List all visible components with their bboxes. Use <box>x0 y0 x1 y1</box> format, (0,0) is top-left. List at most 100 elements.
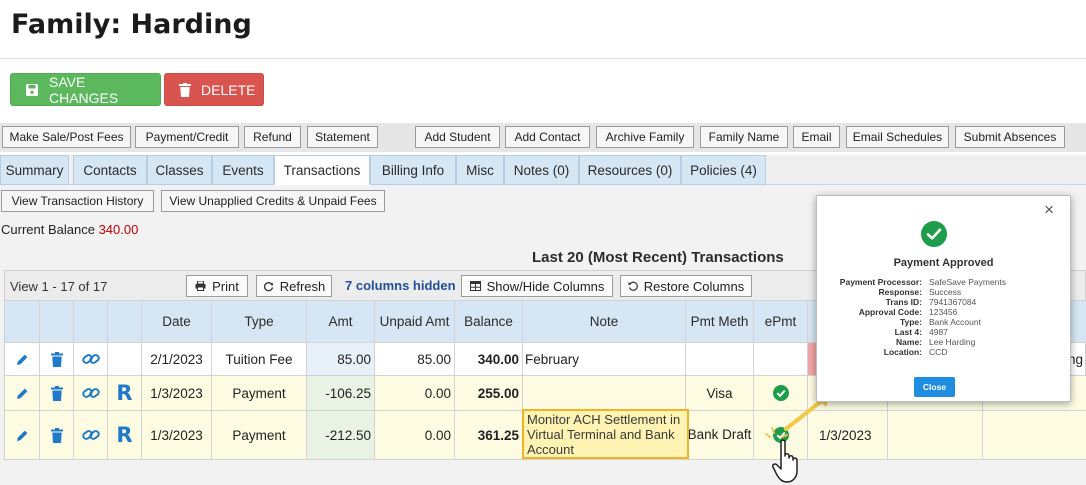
email-button[interactable]: Email <box>793 126 840 148</box>
trash-icon <box>50 351 63 367</box>
close-icon[interactable]: × <box>1044 200 1054 220</box>
column-header-unpaid-amt[interactable]: Unpaid Amt <box>375 301 455 343</box>
tab-billing-info[interactable]: Billing Info <box>370 155 456 185</box>
detail-row: Name: Lee Harding <box>817 337 1070 347</box>
restore-columns-button[interactable]: Restore Columns <box>620 275 752 297</box>
table-row-2-delete[interactable] <box>40 376 74 411</box>
table-row-1-link[interactable] <box>74 343 108 376</box>
submit-absences-button[interactable]: Submit Absences <box>955 126 1065 148</box>
detail-row: Response: Success <box>817 287 1070 297</box>
tab-notes[interactable]: Notes (0) <box>504 155 579 185</box>
table-row-2-type: Payment <box>212 376 307 411</box>
save-changes-label: SAVE CHANGES <box>49 73 119 106</box>
statement-button[interactable]: Statement <box>307 126 378 148</box>
refund-marker: R <box>116 381 133 405</box>
tab-transactions[interactable]: Transactions <box>274 155 370 185</box>
table-row-2-note <box>523 376 686 411</box>
add-contact-button[interactable]: Add Contact <box>505 126 590 148</box>
table-row-3-hidden-b <box>888 411 983 460</box>
table-row-1-pmt-meth <box>686 343 754 376</box>
hand-cursor-icon <box>772 439 798 483</box>
view-count: View 1 - 17 of 17 <box>10 279 108 294</box>
table-row-2-edit[interactable] <box>5 376 40 411</box>
table-row-1-balance: 340.00 <box>455 343 523 376</box>
tab-policies[interactable]: Policies (4) <box>681 155 766 185</box>
refresh-button[interactable]: Refresh <box>256 275 332 297</box>
refund-button[interactable]: Refund <box>244 126 301 148</box>
refresh-icon <box>263 281 273 291</box>
detail-value: Lee Harding <box>929 337 976 347</box>
table-row-3-delete[interactable] <box>40 411 74 460</box>
hidden-columns-indicator[interactable]: 7 columns hidden <box>345 278 456 293</box>
column-header-note[interactable]: Note <box>523 301 686 343</box>
print-icon <box>195 281 206 291</box>
table-row-3-date: 1/3/2023 <box>142 411 212 460</box>
table-row-1-note: February <box>523 343 686 376</box>
table-row-1-refund-marker <box>108 343 142 376</box>
family-name-button[interactable]: Family Name <box>700 126 788 148</box>
table-row-2-refund-marker[interactable]: R <box>108 376 142 411</box>
column-header-pmt-meth[interactable]: Pmt Meth <box>686 301 754 343</box>
tab-summary[interactable]: Summary <box>0 155 69 185</box>
delete-button[interactable]: DELETE <box>164 73 264 106</box>
table-row-1-unpaid: 85.00 <box>375 343 455 376</box>
print-button[interactable]: Print <box>186 275 248 297</box>
header-link-col <box>74 301 108 343</box>
page-title: Family: Harding <box>11 9 252 40</box>
column-header-epmt[interactable]: ePmt <box>754 301 808 343</box>
pencil-icon <box>16 354 27 365</box>
payment-credit-button[interactable]: Payment/Credit <box>135 126 239 148</box>
table-row-2-date: 1/3/2023 <box>142 376 212 411</box>
link-icon <box>81 430 100 440</box>
current-balance: Current Balance 340.00 <box>1 222 138 237</box>
table-row-1-status-flag <box>808 343 816 376</box>
table-row-3-type: Payment <box>212 411 307 460</box>
link-icon <box>81 388 100 398</box>
column-header-date[interactable]: Date <box>142 301 212 343</box>
table-row-1-edit[interactable] <box>5 343 40 376</box>
view-transaction-history-button[interactable]: View Transaction History <box>1 190 154 212</box>
email-schedules-button[interactable]: Email Schedules <box>846 126 949 148</box>
delete-label: DELETE <box>201 81 256 98</box>
column-header-amt[interactable]: Amt <box>307 301 375 343</box>
tab-resources[interactable]: Resources (0) <box>579 155 681 185</box>
detail-row: Type: Bank Account <box>817 317 1070 327</box>
tab-contacts[interactable]: Contacts <box>73 155 147 185</box>
refund-marker: R <box>116 423 133 447</box>
make-sale-post-fees-button[interactable]: Make Sale/Post Fees <box>2 126 131 148</box>
column-header-type[interactable]: Type <box>212 301 307 343</box>
trash-icon <box>50 427 63 443</box>
save-icon <box>26 83 38 96</box>
table-row-2-amt: -106.25 <box>307 376 375 411</box>
header-refund-col <box>108 301 142 343</box>
pencil-icon <box>16 388 27 399</box>
table-row-3-refund-marker[interactable]: R <box>108 411 142 460</box>
ach-settlement-note: Monitor ACH Settlement in Virtual Termin… <box>522 409 689 459</box>
popup-close-button[interactable]: Close <box>914 377 955 397</box>
current-balance-value: 340.00 <box>98 222 139 237</box>
show-hide-columns-button[interactable]: Show/Hide Columns <box>461 275 613 297</box>
add-student-button[interactable]: Add Student <box>415 126 500 148</box>
table-row-1-date: 2/1/2023 <box>142 343 212 376</box>
archive-family-button[interactable]: Archive Family <box>596 126 694 148</box>
detail-row: Trans ID: 7941367084 <box>817 297 1070 307</box>
view-unapplied-credits-button[interactable]: View Unapplied Credits & Unpaid Fees <box>161 190 385 212</box>
table-row-2-link[interactable] <box>74 376 108 411</box>
tab-classes[interactable]: Classes <box>147 155 212 185</box>
detail-row: Approval Code: 123456 <box>817 307 1070 317</box>
tab-events[interactable]: Events <box>212 155 274 185</box>
print-label: Print <box>212 278 239 294</box>
detail-key: Response: <box>878 287 922 297</box>
table-row-1-delete[interactable] <box>40 343 74 376</box>
table-row-3-pmt-meth: Bank Draft <box>686 411 754 460</box>
column-header-balance[interactable]: Balance <box>455 301 523 343</box>
table-row-3-link[interactable] <box>74 411 108 460</box>
table-row-1-epmt <box>754 343 808 376</box>
family-actions-bar: Make Sale/Post Fees Payment/Credit Refun… <box>0 123 1086 152</box>
table-row-3-edit[interactable] <box>5 411 40 460</box>
grid-title: Last 20 (Most Recent) Transactions <box>532 249 784 266</box>
tab-misc[interactable]: Misc <box>456 155 504 185</box>
save-changes-button[interactable]: SAVE CHANGES <box>10 73 161 106</box>
success-check-icon <box>921 221 947 247</box>
detail-row: Location: CCD <box>817 347 1070 357</box>
